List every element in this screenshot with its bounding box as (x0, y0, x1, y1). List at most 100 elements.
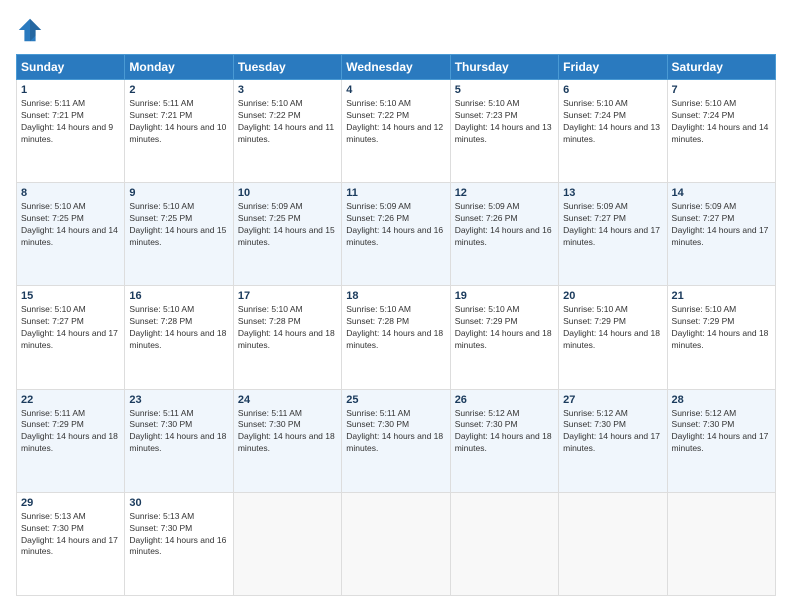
calendar-cell: 30 Sunrise: 5:13 AMSunset: 7:30 PMDayligh… (125, 492, 233, 595)
calendar-cell: 25Sunrise: 5:11 AMSunset: 7:30 PMDayligh… (342, 389, 450, 492)
calendar-week-4: 22 Sunrise: 5:11 AMSunset: 7:29 PMDayligh… (17, 389, 776, 492)
day-info: Sunrise: 5:10 AMSunset: 7:22 PMDaylight:… (238, 98, 337, 146)
day-number: 24 (238, 394, 337, 406)
calendar-cell: 1Sunrise: 5:11 AMSunset: 7:21 PMDaylight… (17, 80, 125, 183)
day-info: Sunrise: 5:10 AMSunset: 7:28 PMDaylight:… (238, 304, 337, 352)
day-info: Sunrise: 5:12 AMSunset: 7:30 PMDaylight:… (563, 408, 662, 456)
col-wednesday: Wednesday (342, 55, 450, 80)
col-thursday: Thursday (450, 55, 558, 80)
day-number: 17 (238, 290, 337, 302)
calendar-cell: 29Sunrise: 5:13 AMSunset: 7:30 PMDayligh… (17, 492, 125, 595)
day-number: 20 (563, 290, 662, 302)
day-number: 22 (21, 394, 120, 406)
day-number: 26 (455, 394, 554, 406)
day-info: Sunrise: 5:10 AMSunset: 7:23 PMDaylight:… (455, 98, 554, 146)
day-number: 6 (563, 84, 662, 96)
calendar-cell: 4 Sunrise: 5:10 AMSunset: 7:22 PMDaylight… (342, 80, 450, 183)
calendar-cell: 3 Sunrise: 5:10 AMSunset: 7:22 PMDaylight… (233, 80, 341, 183)
day-number: 10 (238, 187, 337, 199)
calendar-cell: 2 Sunrise: 5:11 AMSunset: 7:21 PMDaylight… (125, 80, 233, 183)
calendar-week-3: 15 Sunrise: 5:10 AMSunset: 7:27 PMDayligh… (17, 286, 776, 389)
day-info: Sunrise: 5:09 AMSunset: 7:26 PMDaylight:… (455, 201, 554, 249)
calendar-cell: 9 Sunrise: 5:10 AMSunset: 7:25 PMDaylight… (125, 183, 233, 286)
day-number: 23 (129, 394, 228, 406)
calendar-cell: 28 Sunrise: 5:12 AMSunset: 7:30 PMDayligh… (667, 389, 775, 492)
calendar-week-1: 1Sunrise: 5:11 AMSunset: 7:21 PMDaylight… (17, 80, 776, 183)
calendar-cell: 24 Sunrise: 5:11 AMSunset: 7:30 PMDayligh… (233, 389, 341, 492)
day-info: Sunrise: 5:11 AMSunset: 7:21 PMDaylight:… (21, 98, 120, 146)
day-info: Sunrise: 5:10 AMSunset: 7:29 PMDaylight:… (672, 304, 771, 352)
day-number: 9 (129, 187, 228, 199)
day-number: 2 (129, 84, 228, 96)
day-info: Sunrise: 5:11 AMSunset: 7:21 PMDaylight:… (129, 98, 228, 146)
day-info: Sunrise: 5:10 AMSunset: 7:22 PMDaylight:… (346, 98, 445, 146)
calendar-week-2: 8 Sunrise: 5:10 AMSunset: 7:25 PMDaylight… (17, 183, 776, 286)
day-info: Sunrise: 5:11 AMSunset: 7:30 PMDaylight:… (346, 408, 445, 456)
calendar-cell (342, 492, 450, 595)
day-info: Sunrise: 5:12 AMSunset: 7:30 PMDaylight:… (672, 408, 771, 456)
day-number: 8 (21, 187, 120, 199)
calendar-cell: 16Sunrise: 5:10 AMSunset: 7:28 PMDayligh… (125, 286, 233, 389)
calendar-cell (233, 492, 341, 595)
day-number: 21 (672, 290, 771, 302)
calendar-cell: 11Sunrise: 5:09 AMSunset: 7:26 PMDayligh… (342, 183, 450, 286)
calendar-cell: 5 Sunrise: 5:10 AMSunset: 7:23 PMDaylight… (450, 80, 558, 183)
calendar-cell: 14 Sunrise: 5:09 AMSunset: 7:27 PMDayligh… (667, 183, 775, 286)
calendar-cell: 8 Sunrise: 5:10 AMSunset: 7:25 PMDaylight… (17, 183, 125, 286)
day-info: Sunrise: 5:13 AMSunset: 7:30 PMDaylight:… (129, 511, 228, 559)
day-number: 5 (455, 84, 554, 96)
day-number: 4 (346, 84, 445, 96)
day-number: 19 (455, 290, 554, 302)
calendar-cell: 6 Sunrise: 5:10 AMSunset: 7:24 PMDaylight… (559, 80, 667, 183)
day-info: Sunrise: 5:09 AMSunset: 7:25 PMDaylight:… (238, 201, 337, 249)
calendar-table: Sunday Monday Tuesday Wednesday Thursday… (16, 54, 776, 596)
page: Sunday Monday Tuesday Wednesday Thursday… (0, 0, 792, 612)
day-number: 28 (672, 394, 771, 406)
day-number: 18 (346, 290, 445, 302)
day-info: Sunrise: 5:10 AMSunset: 7:28 PMDaylight:… (129, 304, 228, 352)
day-info: Sunrise: 5:10 AMSunset: 7:29 PMDaylight:… (455, 304, 554, 352)
col-sunday: Sunday (17, 55, 125, 80)
calendar-cell: 23Sunrise: 5:11 AMSunset: 7:30 PMDayligh… (125, 389, 233, 492)
day-info: Sunrise: 5:10 AMSunset: 7:28 PMDaylight:… (346, 304, 445, 352)
day-info: Sunrise: 5:11 AMSunset: 7:30 PMDaylight:… (238, 408, 337, 456)
calendar-cell: 13 Sunrise: 5:09 AMSunset: 7:27 PMDayligh… (559, 183, 667, 286)
calendar-cell: 15 Sunrise: 5:10 AMSunset: 7:27 PMDayligh… (17, 286, 125, 389)
col-monday: Monday (125, 55, 233, 80)
day-info: Sunrise: 5:10 AMSunset: 7:27 PMDaylight:… (21, 304, 120, 352)
calendar-cell: 21 Sunrise: 5:10 AMSunset: 7:29 PMDayligh… (667, 286, 775, 389)
calendar-header-row: Sunday Monday Tuesday Wednesday Thursday… (17, 55, 776, 80)
calendar-cell: 19 Sunrise: 5:10 AMSunset: 7:29 PMDayligh… (450, 286, 558, 389)
day-number: 29 (21, 497, 120, 509)
day-number: 3 (238, 84, 337, 96)
day-info: Sunrise: 5:10 AMSunset: 7:24 PMDaylight:… (563, 98, 662, 146)
day-info: Sunrise: 5:11 AMSunset: 7:29 PMDaylight:… (21, 408, 120, 456)
day-info: Sunrise: 5:09 AMSunset: 7:27 PMDaylight:… (672, 201, 771, 249)
day-info: Sunrise: 5:12 AMSunset: 7:30 PMDaylight:… (455, 408, 554, 456)
calendar-cell: 27 Sunrise: 5:12 AMSunset: 7:30 PMDayligh… (559, 389, 667, 492)
day-info: Sunrise: 5:10 AMSunset: 7:25 PMDaylight:… (129, 201, 228, 249)
day-number: 27 (563, 394, 662, 406)
calendar-cell: 10 Sunrise: 5:09 AMSunset: 7:25 PMDayligh… (233, 183, 341, 286)
calendar-cell: 26 Sunrise: 5:12 AMSunset: 7:30 PMDayligh… (450, 389, 558, 492)
calendar-cell: 12 Sunrise: 5:09 AMSunset: 7:26 PMDayligh… (450, 183, 558, 286)
day-info: Sunrise: 5:10 AMSunset: 7:24 PMDaylight:… (672, 98, 771, 146)
calendar-cell: 7Sunrise: 5:10 AMSunset: 7:24 PMDaylight… (667, 80, 775, 183)
logo-icon (16, 16, 44, 44)
calendar-cell: 20 Sunrise: 5:10 AMSunset: 7:29 PMDayligh… (559, 286, 667, 389)
day-info: Sunrise: 5:09 AMSunset: 7:27 PMDaylight:… (563, 201, 662, 249)
day-number: 13 (563, 187, 662, 199)
header (16, 16, 776, 44)
calendar-cell: 22 Sunrise: 5:11 AMSunset: 7:29 PMDayligh… (17, 389, 125, 492)
day-number: 15 (21, 290, 120, 302)
col-saturday: Saturday (667, 55, 775, 80)
day-number: 14 (672, 187, 771, 199)
day-number: 30 (129, 497, 228, 509)
day-number: 12 (455, 187, 554, 199)
day-info: Sunrise: 5:10 AMSunset: 7:29 PMDaylight:… (563, 304, 662, 352)
day-info: Sunrise: 5:10 AMSunset: 7:25 PMDaylight:… (21, 201, 120, 249)
col-friday: Friday (559, 55, 667, 80)
calendar-week-5: 29 Sunrise: 5:13 AMSunset: 7:30 PMDayligh… (17, 492, 776, 595)
day-info: Sunrise: 5:09 AMSunset: 7:26 PMDaylight:… (346, 201, 445, 249)
logo (16, 16, 46, 44)
